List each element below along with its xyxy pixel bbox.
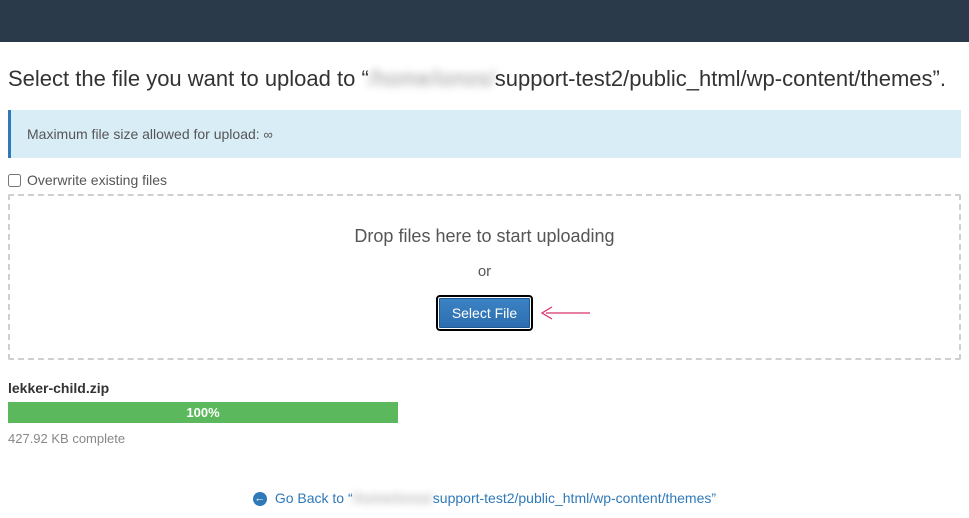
page-title-prefix: Select the file you want to upload to “ [8, 66, 369, 91]
overwrite-checkbox-label: Overwrite existing files [27, 172, 167, 188]
max-filesize-label: Maximum file size allowed for upload: [27, 126, 264, 142]
overwrite-checkbox[interactable] [8, 174, 21, 187]
dropzone[interactable]: Drop files here to start uploading or Se… [8, 194, 961, 360]
go-back-suffix: ” [711, 490, 716, 506]
main-content: Select the file you want to upload to “/… [0, 42, 969, 516]
upload-progress-text: 100% [8, 402, 398, 423]
select-file-button[interactable]: Select File [439, 298, 530, 328]
page-title-suffix: ”. [933, 66, 946, 91]
page-title-blurred-path: /home/ionos/ [369, 66, 495, 91]
arrow-annotation-icon [536, 305, 590, 321]
page-title: Select the file you want to upload to “/… [8, 66, 961, 92]
upload-file-entry: lekker-child.zip 100% 427.92 KB complete [8, 380, 961, 446]
max-filesize-callout: Maximum file size allowed for upload: ∞ [8, 110, 961, 158]
page-title-path: support-test2/public_html/wp-content/the… [495, 66, 933, 91]
upload-complete-text: 427.92 KB complete [8, 431, 961, 446]
back-arrow-icon [253, 492, 267, 506]
dropzone-or: or [20, 263, 949, 280]
go-back-row: Go Back to “/home/ionos/support-test2/pu… [8, 490, 961, 506]
top-bar [0, 0, 969, 42]
go-back-prefix: Go Back to “ [275, 490, 353, 506]
go-back-blurred-path: /home/ionos/ [353, 490, 433, 506]
go-back-path: support-test2/public_html/wp-content/the… [433, 490, 712, 506]
go-back-link[interactable]: Go Back to “/home/ionos/support-test2/pu… [253, 490, 716, 506]
max-filesize-value: ∞ [264, 127, 273, 142]
dropzone-message: Drop files here to start uploading [20, 226, 949, 247]
select-file-wrap: Select File [439, 298, 530, 328]
upload-file-name: lekker-child.zip [8, 380, 961, 396]
overwrite-row[interactable]: Overwrite existing files [8, 172, 961, 188]
upload-progress-bar: 100% [8, 402, 398, 423]
